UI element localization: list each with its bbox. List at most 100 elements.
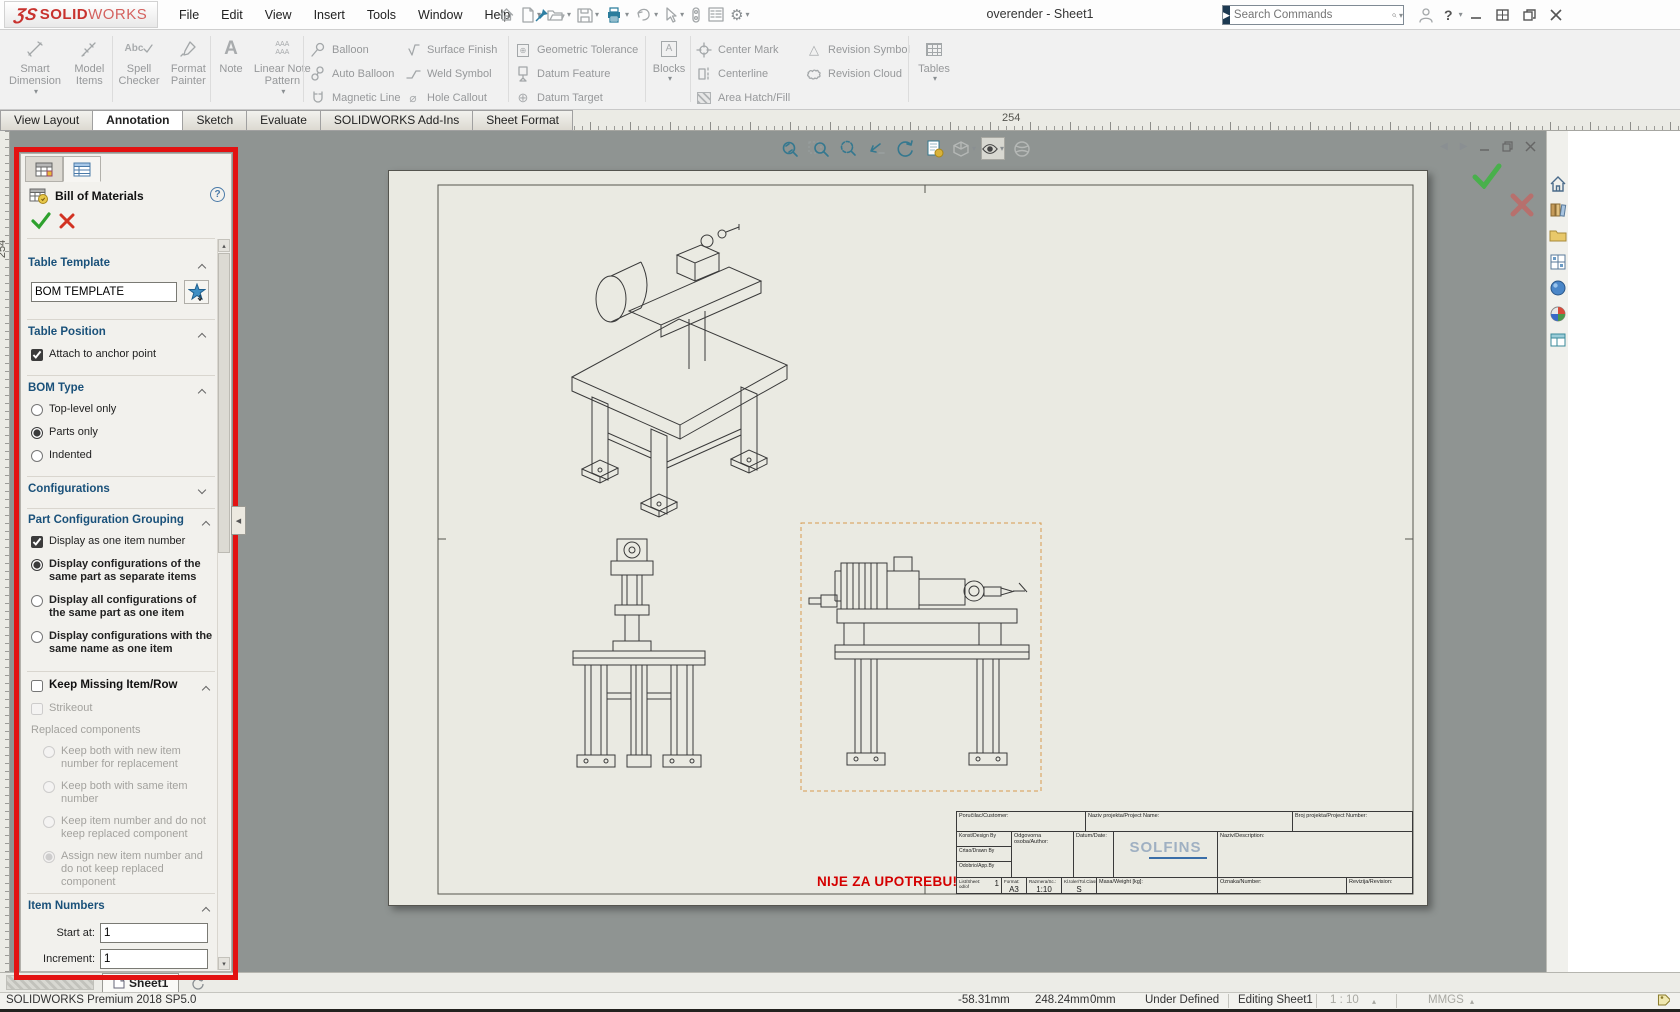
keep-both-new-number-radio[interactable]	[43, 746, 55, 758]
tab-solidworks-add-ins[interactable]: SOLIDWORKS Add-Ins	[321, 110, 473, 131]
child-minimize-button[interactable]	[1479, 141, 1490, 152]
search-icon[interactable]	[1392, 8, 1397, 23]
help-button[interactable]: ?	[1444, 7, 1453, 23]
magnifier-tool-icon[interactable]	[690, 7, 702, 23]
design-library-icon[interactable]	[1549, 201, 1567, 219]
search-scope-icon[interactable]: ▶	[1223, 6, 1230, 24]
sheet1-tab[interactable]: Sheet1	[102, 973, 179, 992]
close-button[interactable]	[1550, 9, 1562, 21]
tab-sketch[interactable]: Sketch	[183, 110, 247, 131]
minimize-button[interactable]	[1470, 9, 1482, 21]
confirm-cancel-x[interactable]	[1510, 193, 1534, 217]
selection-box[interactable]	[801, 523, 1041, 791]
new-document-dropdown-icon[interactable]: ▾	[537, 10, 541, 19]
view-settings-button[interactable]: ▾	[981, 137, 1005, 160]
table-template-collapse-icon[interactable]	[198, 264, 206, 272]
properties-button[interactable]	[708, 7, 724, 22]
pm-ok-button[interactable]	[31, 212, 51, 230]
open-dropdown-icon[interactable]: ▾	[567, 10, 571, 19]
section-table-template-header[interactable]: Table Template	[28, 257, 110, 271]
tab-sheet-format[interactable]: Sheet Format	[473, 110, 573, 131]
zoom-to-fit-button[interactable]	[778, 137, 802, 160]
smart-dimension-dropdown-icon[interactable]: ▾	[34, 88, 38, 97]
drawing-sheet[interactable]: NIJE ZA UPOTREBU! Poručilac/Customer: Na…	[388, 170, 1428, 906]
bom-type-collapse-icon[interactable]	[198, 389, 206, 397]
section-bom-type-header[interactable]: BOM Type	[28, 382, 84, 396]
pm-tab-general-table[interactable]	[63, 156, 101, 182]
indented-radio[interactable]	[31, 450, 43, 462]
format-painter-button[interactable]: Format Painter	[165, 32, 211, 106]
assign-new-number-radio[interactable]	[43, 851, 55, 863]
tables-dropdown-icon[interactable]: ▾	[933, 75, 937, 84]
child-close-button[interactable]	[1525, 141, 1536, 152]
smart-dimension-button[interactable]: Smart Dimension ▾	[6, 32, 64, 106]
pm-tab-bom[interactable]	[25, 156, 63, 182]
scale-dropdown-icon[interactable]: ▴	[1372, 997, 1376, 1006]
pm-scroll-up-arrow[interactable]: ▴	[218, 239, 230, 252]
options-button[interactable]: ⚙▾	[730, 6, 749, 24]
magnetic-line-button[interactable]: Magnetic Line	[308, 86, 401, 110]
print-button[interactable]: ▾	[605, 7, 629, 23]
keep-item-number-radio[interactable]	[43, 816, 55, 828]
keep-missing-checkbox[interactable]	[31, 680, 43, 692]
hole-callout-button[interactable]: ⌀Hole Callout	[403, 86, 497, 110]
gear-icon[interactable]: ⚙	[730, 6, 743, 24]
status-tag-icon[interactable]	[1655, 993, 1670, 1008]
undo-dropdown-icon[interactable]: ▾	[654, 10, 658, 19]
view-palette-icon[interactable]	[1549, 253, 1567, 271]
display-one-item-checkbox[interactable]	[31, 536, 43, 548]
next-sheet-arrow[interactable]: ▶	[1460, 141, 1468, 152]
confirm-ok-check[interactable]	[1472, 163, 1502, 189]
configurations-expand-icon[interactable]	[198, 486, 206, 494]
search-input[interactable]	[1230, 9, 1392, 21]
save-button[interactable]: ▾	[577, 7, 599, 23]
revision-symbol-button[interactable]: △Revision Symbol	[804, 38, 910, 62]
linear-note-pattern-button[interactable]: AAAAAA Linear Note Pattern ▾	[251, 32, 313, 106]
top-level-only-radio[interactable]	[31, 404, 43, 416]
section-table-position-header[interactable]: Table Position	[28, 326, 106, 340]
edit-scene-button[interactable]	[1010, 137, 1034, 160]
status-scale[interactable]: 1 : 10	[1330, 994, 1359, 1006]
linear-note-pattern-dropdown-icon[interactable]: ▾	[281, 88, 285, 97]
pm-scrollbar[interactable]: ▴ ▾	[217, 239, 230, 970]
keep-missing-collapse-icon[interactable]	[202, 686, 210, 694]
datum-feature-button[interactable]: Datum Feature	[513, 62, 638, 86]
start-at-input[interactable]	[100, 923, 208, 943]
attach-anchor-checkbox[interactable]	[31, 349, 43, 361]
open-table-template-button[interactable]	[184, 280, 209, 304]
centerline-button[interactable]: Centerline	[694, 62, 790, 86]
help-dropdown-icon[interactable]: ▾	[1459, 10, 1463, 19]
tab-evaluate[interactable]: Evaluate	[247, 110, 321, 131]
solidworks-resources-icon[interactable]	[1549, 175, 1567, 193]
pm-scroll-thumb[interactable]	[218, 253, 230, 553]
section-item-numbers-header[interactable]: Item Numbers	[28, 900, 105, 914]
home-button[interactable]	[498, 7, 515, 23]
open-button[interactable]: ▾	[547, 7, 571, 23]
sheet-properties-button[interactable]	[923, 137, 947, 160]
section-configurations-header[interactable]: Configurations	[28, 483, 110, 497]
scenes-icon[interactable]	[1549, 305, 1567, 323]
pm-help-icon[interactable]: ?	[210, 187, 225, 202]
grouping-separate-items-radio[interactable]	[31, 559, 43, 571]
parts-only-radio[interactable]	[31, 427, 43, 439]
pm-cancel-button[interactable]	[59, 213, 75, 229]
fullscreen-button[interactable]	[1496, 9, 1509, 21]
menu-window[interactable]: Window	[418, 8, 462, 22]
select-button[interactable]: ▾	[664, 7, 684, 23]
graphics-area[interactable]: NIJE ZA UPOTREBU! Poručilac/Customer: Na…	[10, 131, 1546, 972]
select-dropdown-icon[interactable]: ▾	[680, 10, 684, 19]
child-restore-button[interactable]	[1502, 141, 1513, 152]
item-numbers-collapse-icon[interactable]	[202, 907, 210, 915]
tab-view-layout[interactable]: View Layout	[0, 110, 93, 131]
grouping-all-configs-radio[interactable]	[31, 595, 43, 607]
menu-file[interactable]: File	[179, 8, 199, 22]
table-position-collapse-icon[interactable]	[198, 333, 206, 341]
keep-both-same-number-radio[interactable]	[43, 781, 55, 793]
menu-view[interactable]: View	[265, 8, 292, 22]
weld-symbol-button[interactable]: Weld Symbol	[403, 62, 497, 86]
section-part-config-grouping-header[interactable]: Part Configuration Grouping	[28, 514, 184, 528]
auto-balloon-button[interactable]: Auto Balloon	[308, 62, 401, 86]
custom-properties-icon[interactable]	[1549, 331, 1567, 349]
panel-flyout-collapse-tab[interactable]: ◀	[231, 506, 246, 535]
increment-input[interactable]	[100, 949, 208, 969]
